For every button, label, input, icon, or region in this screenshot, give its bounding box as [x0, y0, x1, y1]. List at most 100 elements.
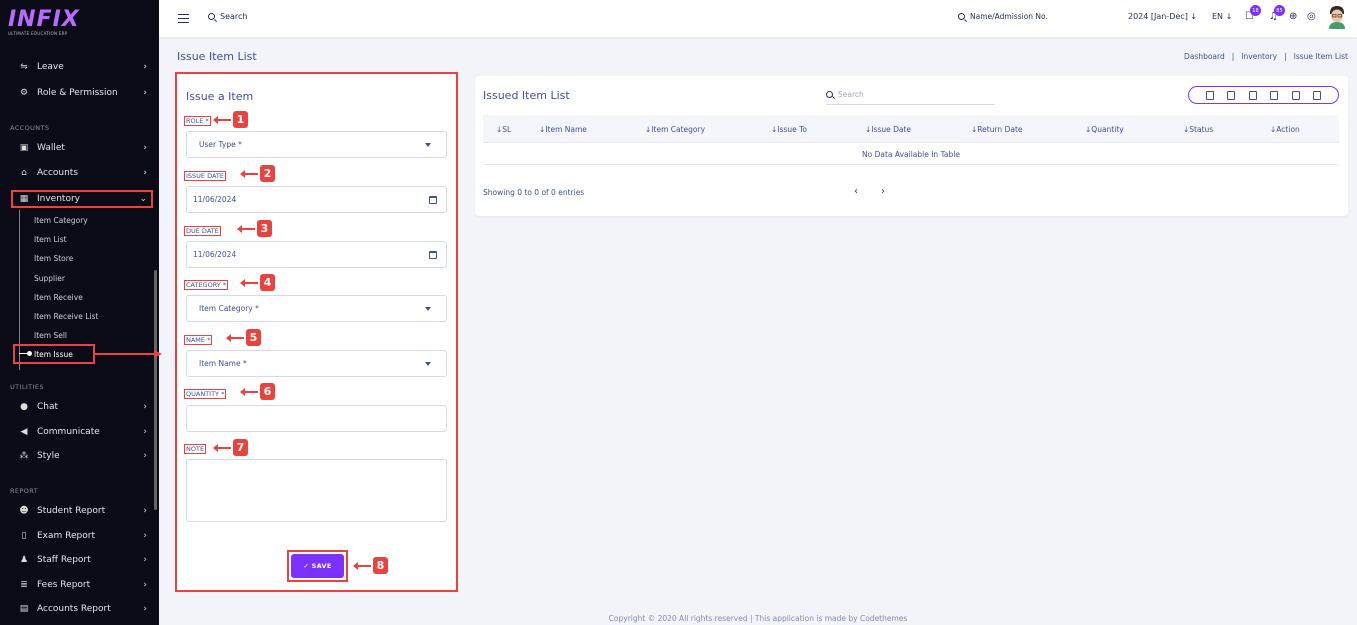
sidebar-item-wallet[interactable]: ▣ Wallet › — [18, 138, 153, 158]
previous-page-button[interactable]: ‹ — [854, 186, 858, 197]
chevron-right-icon: › — [143, 555, 147, 565]
save-button[interactable]: ✓ SAVE — [291, 554, 344, 578]
annotation-pointer-arrow — [154, 350, 162, 358]
section-report: REPORT — [10, 487, 39, 495]
section-accounts: ACCOUNTS — [10, 124, 50, 132]
issue-item-form: Issue a Item ROLE * 1 User Type * ISSUE … — [175, 72, 458, 592]
session-selector[interactable]: 2024 [Jan-Dec] ↓ — [1128, 12, 1197, 21]
search-icon — [208, 13, 215, 20]
globe-icon[interactable]: ⊕ — [1289, 11, 1297, 22]
sidebar-item-exam-report[interactable]: ▯ Exam Report › — [18, 526, 153, 546]
submenu-item-issue[interactable]: Item Issue — [34, 350, 73, 359]
fingerprint-icon[interactable]: ◎ — [1307, 11, 1316, 22]
hamburger-menu-icon[interactable] — [178, 14, 189, 23]
next-page-button[interactable]: › — [881, 186, 885, 197]
print-icon[interactable] — [1291, 90, 1300, 100]
sidebar-item-accounts-report[interactable]: ▤ Accounts Report › — [18, 599, 153, 619]
column-item-category[interactable]: ↓Item Category — [645, 125, 705, 134]
column-item-name[interactable]: ↓Item Name — [539, 125, 587, 134]
form-title: Issue a Item — [186, 90, 254, 103]
submenu-item-category[interactable]: Item Category — [34, 216, 88, 225]
sidebar-item-communicate[interactable]: ◀ Communicate › — [18, 422, 153, 442]
sidebar-item-label: Wallet — [37, 143, 65, 153]
bank-icon: ⌂ — [21, 168, 27, 178]
app-root: INFIX ULTIMATE EDUCATION ERP ⇋ Leave › ⚙… — [0, 0, 1357, 625]
chevron-right-icon: › — [143, 427, 147, 437]
sidebar-item-staff-report[interactable]: ♟ Staff Report › — [18, 550, 153, 570]
header-search-label: Search — [220, 12, 248, 21]
column-sl[interactable]: ↓SL — [496, 125, 511, 134]
column-return-date[interactable]: ↓Return Date — [971, 125, 1023, 134]
category-select[interactable]: Item Category * — [186, 295, 447, 322]
sidebar-item-style[interactable]: ⁂ Style › — [18, 446, 153, 466]
active-dot-icon — [27, 351, 32, 356]
pdf-icon[interactable] — [1270, 90, 1279, 100]
breadcrumb-dashboard[interactable]: Dashboard — [1184, 52, 1225, 61]
submenu-item-store[interactable]: Item Store — [34, 254, 73, 263]
annotation-5: 5 — [226, 329, 261, 346]
role-placeholder: User Type * — [199, 140, 242, 149]
submenu-item-receive-list[interactable]: Item Receive List — [34, 312, 98, 321]
sidebar-item-label: Accounts Report — [37, 604, 111, 614]
list-title: Issued Item List — [483, 89, 570, 102]
column-quantity[interactable]: ↓Quantity — [1085, 125, 1124, 134]
sidebar-item-label: Style — [37, 451, 60, 461]
calendar-icon[interactable] — [429, 251, 437, 259]
sidebar-item-label: Student Report — [37, 506, 106, 516]
sidebar-item-chat[interactable]: ● Chat › — [18, 397, 153, 417]
sidebar-item-leave[interactable]: ⇋ Leave › — [18, 57, 153, 77]
session-value: 2024 [Jan-Dec] — [1128, 12, 1188, 21]
csv-icon[interactable] — [1248, 90, 1257, 100]
chevron-right-icon: › — [143, 506, 147, 516]
column-issue-to[interactable]: ↓Issue To — [771, 125, 807, 134]
leave-icon: ⇋ — [20, 62, 28, 72]
sidebar-item-accounts[interactable]: ⌂ Accounts › — [18, 163, 153, 183]
quantity-label: QUANTITY * — [184, 389, 227, 399]
student-search[interactable]: Name/Admission No. — [958, 12, 1048, 21]
column-status[interactable]: ↓Status — [1183, 125, 1213, 134]
submenu-supplier[interactable]: Supplier — [34, 274, 65, 283]
sidebar-item-student-report[interactable]: ☻ Student Report › — [18, 501, 153, 521]
check-icon: ✓ — [303, 562, 312, 570]
note-textarea[interactable] — [186, 459, 447, 522]
language-selector[interactable]: EN ↓ — [1212, 12, 1232, 21]
section-utilities: UTILITIES — [10, 383, 44, 391]
save-label: SAVE — [311, 562, 332, 570]
copy-icon[interactable] — [1205, 90, 1214, 100]
columns-icon[interactable] — [1313, 90, 1322, 100]
sidebar-item-role-permission[interactable]: ⚙ Role & Permission › — [18, 83, 153, 103]
calendar-icon[interactable] — [429, 196, 437, 204]
breadcrumb-inventory[interactable]: Inventory — [1241, 52, 1277, 61]
submenu-item-receive[interactable]: Item Receive — [34, 293, 83, 302]
chevron-right-icon: › — [143, 604, 147, 614]
column-action[interactable]: ↓Action — [1270, 125, 1300, 134]
issue-date-input[interactable]: 11/06/2024 — [186, 186, 447, 213]
role-icon: ⚙ — [19, 88, 29, 98]
chevron-right-icon: › — [143, 168, 147, 178]
quantity-input[interactable] — [186, 405, 447, 432]
item-name-select[interactable]: Item Name * — [186, 350, 447, 377]
submenu-item-list[interactable]: Item List — [34, 235, 67, 244]
top-header: Search Name/Admission No. 2024 [Jan-Dec]… — [159, 0, 1357, 37]
bell-icon[interactable]: ♫ 85 — [1269, 5, 1285, 22]
annotation-8: 8 — [353, 557, 388, 574]
sidebar-item-label: Staff Report — [37, 555, 91, 565]
issue-date-label: ISSUE DATE — [184, 171, 227, 181]
table-search-placeholder: Search — [838, 89, 864, 99]
annotation-7: 7 — [213, 439, 248, 456]
due-date-input[interactable]: 11/06/2024 — [186, 241, 447, 268]
excel-icon[interactable] — [1227, 90, 1236, 100]
header-search[interactable]: Search — [208, 12, 247, 21]
sidebar-item-fees-report[interactable]: ≣ Fees Report › — [18, 575, 153, 595]
table-search-input[interactable]: Search — [826, 84, 995, 105]
footer-copyright: Copyright © 2020 All rights reserved | T… — [608, 614, 908, 623]
role-select[interactable]: User Type * — [186, 131, 447, 158]
logo[interactable]: INFIX ULTIMATE EDUCATION ERP — [8, 8, 80, 37]
avatar[interactable] — [1327, 5, 1347, 29]
submenu-item-sell[interactable]: Item Sell — [34, 331, 67, 340]
chat-notification-icon[interactable]: ☐ 18 — [1245, 5, 1261, 22]
column-issue-date[interactable]: ↓Issue Date — [865, 125, 911, 134]
sidebar-item-label: Accounts — [37, 168, 79, 178]
sidebar-scrollbar[interactable] — [154, 270, 157, 510]
sidebar-item-inventory[interactable]: ▦ Inventory ⌄ — [18, 189, 153, 209]
